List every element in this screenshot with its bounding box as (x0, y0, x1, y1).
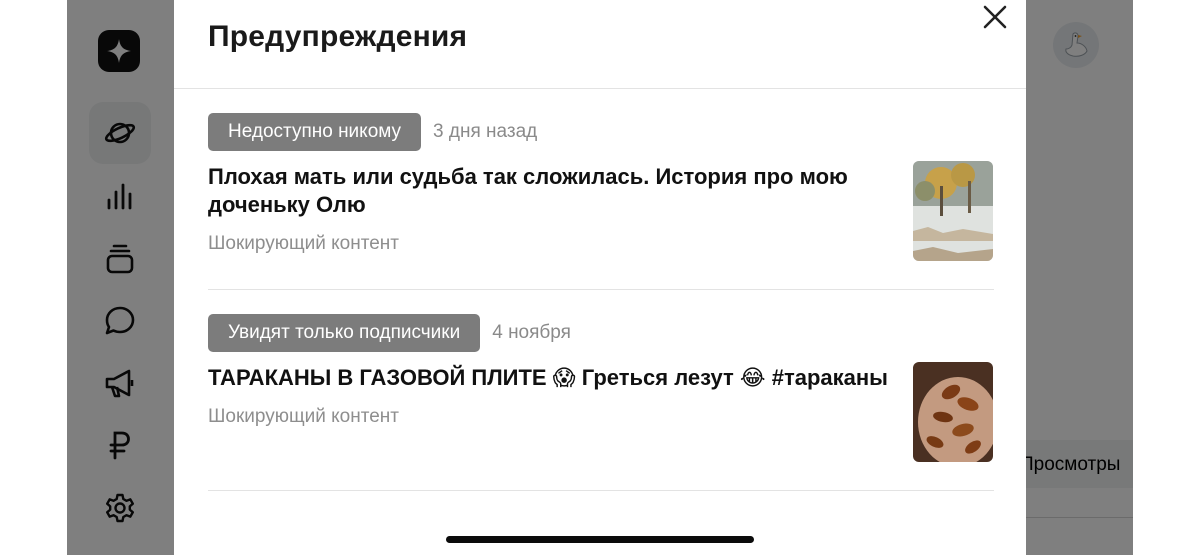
row-divider (208, 289, 994, 290)
home-indicator[interactable] (446, 536, 754, 543)
status-badge: Недоступно никому (208, 113, 422, 151)
warning-reason: Шокирующий контент (208, 406, 399, 427)
publication-title[interactable]: ТАРАКАНЫ В ГАЗОВОЙ ПЛИТЕ 😱 Греться лезут… (208, 364, 888, 392)
close-button[interactable] (978, 0, 1012, 34)
warning-item[interactable]: Недоступно никому 3 дня назад Плохая мат… (208, 113, 994, 261)
publication-title[interactable]: Плохая мать или судьба так сложилась. Ис… (208, 163, 888, 219)
warnings-modal: Предупреждения Недоступно никому 3 дня н… (174, 0, 1026, 555)
close-icon (983, 5, 1007, 29)
screen: Просмотры По Предупреждения Недоступно н… (0, 0, 1200, 555)
screen-edge-right (1133, 0, 1200, 555)
warning-time: 4 ноября (492, 322, 571, 343)
header-divider (174, 88, 1026, 89)
modal-title: Предупреждения (208, 20, 468, 53)
warning-reason: Шокирующий контент (208, 233, 399, 254)
row-divider (208, 490, 994, 491)
publication-thumbnail[interactable] (913, 362, 993, 462)
status-badge: Увидят только подписчики (208, 314, 481, 352)
warning-item[interactable]: Увидят только подписчики 4 ноября ТАРАКА… (208, 314, 994, 462)
warning-time: 3 дня назад (433, 121, 538, 142)
screen-edge-left (0, 0, 67, 555)
publication-thumbnail[interactable] (913, 161, 993, 261)
